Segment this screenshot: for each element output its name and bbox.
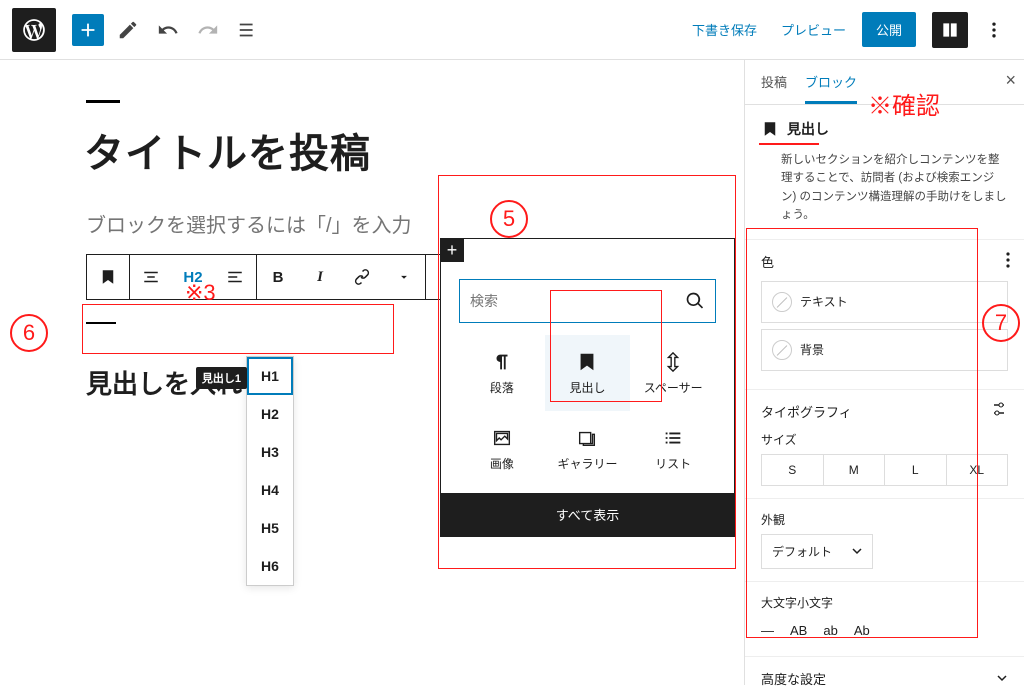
settings-sidebar: 投稿 ブロック × 見出し 新しいセクションを紹介しコンテンツを整理することで、… — [744, 60, 1024, 685]
link-button[interactable] — [341, 255, 383, 299]
color-options-icon[interactable] — [1006, 252, 1010, 271]
text-align-button[interactable] — [214, 255, 256, 299]
list-view-button[interactable] — [232, 14, 264, 46]
color-text-row[interactable]: テキスト — [761, 281, 1008, 323]
annotation-underline — [759, 143, 819, 145]
undo-button[interactable] — [152, 14, 184, 46]
heading-h6[interactable]: H6 — [247, 547, 293, 585]
heading-h5[interactable]: H5 — [247, 509, 293, 547]
tab-block[interactable]: ブロック — [805, 72, 857, 104]
heading-dash — [86, 322, 116, 324]
add-block-button[interactable] — [72, 14, 104, 46]
bold-button[interactable]: B — [257, 255, 299, 299]
font-size-picker: S M L XL — [761, 454, 1008, 486]
wordpress-logo[interactable] — [12, 8, 56, 52]
align-button[interactable] — [130, 255, 172, 299]
case-none[interactable]: — — [761, 623, 774, 638]
settings-panel-toggle[interactable] — [932, 12, 968, 48]
typography-options-icon[interactable] — [994, 402, 1010, 419]
search-icon — [685, 291, 705, 311]
inserter-showall-button[interactable]: すべて表示 — [441, 493, 734, 536]
typography-section: タイポグラフィ サイズ S M L XL — [745, 389, 1024, 498]
inserter-search[interactable] — [459, 279, 716, 323]
redo-button[interactable] — [192, 14, 224, 46]
case-cap[interactable]: Ab — [854, 623, 870, 638]
editor-canvas: タイトルを投稿 ブロックを選択するには「/」を入力 H2 B I 見出しを入れる — [0, 60, 744, 685]
top-toolbar: 下書き保存 プレビュー 公開 — [0, 0, 1024, 60]
appearance-section: 外観 デフォルト — [745, 498, 1024, 581]
heading-tooltip: 見出し1 — [196, 367, 247, 389]
sidebar-close-icon[interactable]: × — [1005, 70, 1016, 91]
annotation-star3: ※3 — [185, 280, 216, 306]
preview-link[interactable]: プレビュー — [781, 20, 846, 39]
heading-h1[interactable]: H1 見出し1 — [247, 357, 293, 395]
advanced-section[interactable]: 高度な設定 — [745, 656, 1024, 700]
block-toolbar: H2 B I — [86, 254, 469, 300]
block-inserter-panel: + 段落 見出し スペーサー 画像 ギャラリー リスト すべて表示 — [440, 238, 735, 537]
block-description: 新しいセクションを紹介しコンテンツを整理することで、訪問者 (および検索エンジン… — [745, 151, 1024, 239]
save-draft-link[interactable]: 下書き保存 — [692, 20, 757, 39]
annotation-circle-5: 5 — [490, 200, 528, 238]
color-section: 色 テキスト 背景 — [745, 239, 1024, 389]
block-heading[interactable]: 見出し — [545, 335, 631, 411]
edit-icon[interactable] — [112, 14, 144, 46]
block-image[interactable]: 画像 — [459, 411, 545, 487]
swatch-icon — [772, 292, 792, 312]
block-placeholder[interactable]: ブロックを選択するには「/」を入力 — [86, 209, 684, 238]
tab-post[interactable]: 投稿 — [761, 72, 787, 104]
size-l[interactable]: L — [885, 455, 947, 485]
color-bg-row[interactable]: 背景 — [761, 329, 1008, 371]
title-dash — [86, 100, 120, 103]
italic-button[interactable]: I — [299, 255, 341, 299]
block-paragraph[interactable]: 段落 — [459, 335, 545, 411]
block-list[interactable]: リスト — [630, 411, 716, 487]
size-s[interactable]: S — [762, 455, 824, 485]
swatch-icon — [772, 340, 792, 360]
block-type-icon[interactable] — [87, 255, 129, 299]
chevron-down-icon — [996, 672, 1008, 684]
size-xl[interactable]: XL — [947, 455, 1008, 485]
block-spacer[interactable]: スペーサー — [630, 335, 716, 411]
heading-level-dropdown: H1 見出し1 H2 H3 H4 H5 H6 — [246, 356, 294, 586]
lettercase-section: 大文字小文字 — AB ab Ab — [745, 581, 1024, 656]
publish-button[interactable]: 公開 — [862, 12, 916, 47]
heading-h2[interactable]: H2 — [247, 395, 293, 433]
case-upper[interactable]: AB — [790, 623, 807, 638]
post-title[interactable]: タイトルを投稿 — [84, 121, 684, 179]
case-lower[interactable]: ab — [823, 623, 837, 638]
inserter-search-input[interactable] — [470, 293, 685, 309]
bookmark-icon — [761, 120, 779, 138]
annotation-circle-6: 6 — [10, 314, 48, 352]
heading-h4[interactable]: H4 — [247, 471, 293, 509]
size-m[interactable]: M — [824, 455, 886, 485]
heading-h3[interactable]: H3 — [247, 433, 293, 471]
more-formatting-button[interactable] — [383, 255, 425, 299]
annotation-circle-7: 7 — [982, 304, 1020, 342]
more-menu[interactable] — [976, 12, 1012, 48]
block-gallery[interactable]: ギャラリー — [545, 411, 631, 487]
appearance-select[interactable]: デフォルト — [761, 534, 873, 569]
annotation-confirm: ※確認 — [868, 86, 940, 121]
inserter-plus-icon[interactable]: + — [440, 238, 464, 262]
